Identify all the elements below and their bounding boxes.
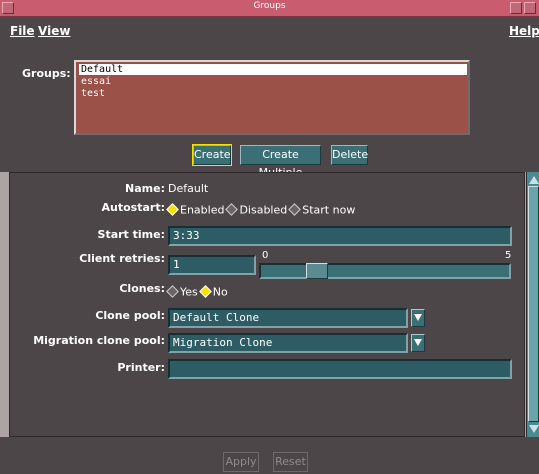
client-retries-slider[interactable]: [259, 263, 511, 279]
maximize-button[interactable]: [524, 2, 536, 14]
clones-yes-label: Yes: [180, 285, 198, 299]
menu-help[interactable]: Help: [509, 24, 539, 38]
reset-button[interactable]: Reset: [273, 452, 308, 472]
printer-input[interactable]: [168, 359, 512, 379]
migration-clone-pool-label: Migration clone pool:: [33, 334, 165, 347]
menu-file[interactable]: File: [10, 24, 35, 38]
clones-no-label: No: [212, 285, 228, 299]
menu-bar: File View Help: [0, 17, 539, 44]
clone-pool-dropdown-button[interactable]: [411, 309, 425, 327]
start-time-input[interactable]: 3:33: [168, 226, 512, 246]
groups-label: Groups:: [22, 67, 71, 80]
autostart-start-now-label: Start now: [302, 203, 356, 217]
vertical-scrollbar[interactable]: [526, 172, 539, 437]
autostart-start-now-radio[interactable]: [288, 203, 302, 216]
clones-no-radio[interactable]: [198, 285, 212, 298]
migration-clone-pool-dropdown-button[interactable]: [411, 334, 425, 352]
bottom-bar: [0, 437, 539, 474]
scroll-up-arrow-icon[interactable]: [528, 174, 539, 185]
clones-yes-radio[interactable]: [166, 285, 179, 298]
scrollbar-thumb[interactable]: [528, 186, 539, 422]
create-multiple-button[interactable]: Create Multiple: [240, 145, 321, 179]
window-title: Groups: [253, 1, 286, 11]
slider-min-label: 0: [262, 250, 269, 261]
apply-button[interactable]: Apply: [223, 452, 259, 472]
name-value: Default: [168, 182, 209, 195]
clones-options: Yes No: [165, 285, 228, 299]
groups-list[interactable]: Default essai test: [74, 60, 470, 135]
list-item[interactable]: essai: [79, 76, 467, 87]
create-button[interactable]: Create: [192, 144, 232, 166]
autostart-enabled-radio[interactable]: [166, 203, 179, 216]
window-title-bar[interactable]: Groups: [0, 0, 539, 17]
client-retries-slider-thumb[interactable]: [306, 263, 329, 279]
autostart-disabled-radio[interactable]: [225, 203, 239, 216]
menu-help-label: Help: [509, 24, 539, 38]
chevron-down-icon: [414, 339, 422, 346]
menu-view[interactable]: View: [38, 24, 70, 38]
start-time-label: Start time:: [97, 228, 165, 241]
scroll-down-arrow-icon[interactable]: [528, 424, 539, 435]
printer-label: Printer:: [117, 361, 165, 374]
autostart-options: Enabled Disabled Start now: [165, 203, 355, 217]
clone-pool-label: Clone pool:: [95, 309, 165, 322]
menu-view-label: View: [38, 24, 71, 38]
minimize-button[interactable]: [510, 2, 522, 14]
name-label: Name:: [125, 182, 165, 195]
clone-pool-select[interactable]: Default Clone: [168, 308, 408, 328]
autostart-disabled-label: Disabled: [239, 203, 288, 217]
delete-button[interactable]: Delete: [331, 145, 368, 165]
clones-label: Clones:: [119, 282, 165, 295]
autostart-label: Autostart:: [101, 201, 165, 214]
autostart-enabled-label: Enabled: [180, 203, 225, 217]
menu-file-label: File: [10, 24, 35, 38]
slider-max-label: 5: [505, 250, 512, 261]
client-retries-input[interactable]: 1: [168, 255, 256, 275]
migration-clone-pool-select[interactable]: Migration Clone: [168, 333, 408, 353]
list-item[interactable]: test: [79, 88, 467, 99]
list-item[interactable]: Default: [79, 64, 467, 75]
client-retries-label: Client retries:: [79, 252, 165, 265]
chevron-down-icon: [414, 314, 422, 321]
